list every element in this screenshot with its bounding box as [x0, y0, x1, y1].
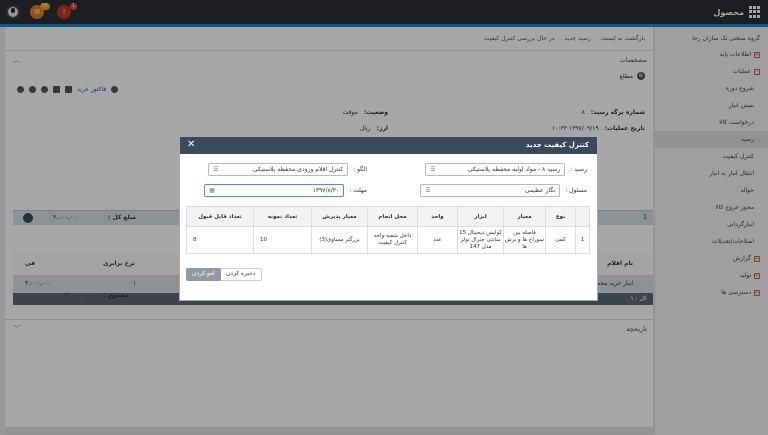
col-criterion: معیار [503, 206, 546, 227]
col-sample-count: تعداد نمونه [253, 206, 312, 227]
cell-index: 1 [575, 226, 590, 254]
cell-sample-count[interactable]: 10 [253, 226, 312, 254]
responsible-value: نگار عظیمی [524, 187, 556, 194]
cell-unit: عدد [417, 226, 458, 254]
list-icon: ☰ [425, 187, 431, 194]
col-tool: ابزار [457, 206, 504, 227]
cell-location: داخل شعبه-واحد کنترل کیفیت [367, 226, 418, 254]
cell-accepted-count[interactable]: 8 [186, 226, 254, 254]
deadline-row: مهلت : ۱۳۹۷/۸/۳۰ ▦ [204, 184, 367, 197]
receipt-select[interactable]: رسید ۸ - مواد اولیه محفظه پلاستیکی ☰ [425, 163, 566, 176]
save-button[interactable]: ذخیره کردن [220, 268, 262, 281]
calendar-icon[interactable]: ▦ [209, 185, 215, 196]
deadline-input[interactable]: ۱۳۹۷/۸/۳۰ ▦ [204, 184, 345, 197]
pattern-select[interactable]: کنترل اقلام ورودی محفظه پلاستیکی ☰ [208, 163, 349, 176]
pattern-label: الگو : [353, 166, 367, 173]
receipt-row: رسید : رسید ۸ - مواد اولیه محفظه پلاستیک… [425, 163, 587, 176]
responsible-row: مسئول : نگار عظیمی ☰ [420, 184, 587, 197]
cancel-button[interactable]: لغو کردن [186, 268, 221, 281]
cell-criterion: فاصله بین سوراخ ها و برش ها [503, 226, 546, 254]
receipt-label: رسید : [570, 166, 587, 173]
pattern-row: الگو : کنترل اقلام ورودی محفظه پلاستیکی … [208, 163, 367, 176]
dialog-header: کنترل کیفیت جدید ✕ [180, 137, 597, 154]
table-header-row: نوع معیار ابزار واحد محل انجام معیار پذی… [186, 206, 590, 227]
close-icon[interactable]: ✕ [187, 139, 195, 150]
cell-tool: کولیس دیجیتال 15 سانتی جنرال تولز مدل 14… [457, 226, 504, 254]
col-index [575, 206, 590, 227]
responsible-label: مسئول : [565, 187, 587, 194]
col-acceptance: معیار پذیرش [311, 206, 368, 227]
deadline-label: مهلت : [349, 187, 367, 194]
qc-criteria-table: نوع معیار ابزار واحد محل انجام معیار پذی… [186, 206, 590, 254]
col-location: محل انجام [367, 206, 418, 227]
cell-acceptance: بزرگتر مساوی(3) [311, 226, 368, 254]
receipt-value: رسید ۸ - مواد اولیه محفظه پلاستیکی [467, 166, 561, 173]
new-qc-dialog: کنترل کیفیت جدید ✕ رسید : رسید ۸ - مواد … [179, 136, 598, 301]
responsible-select[interactable]: نگار عظیمی ☰ [420, 184, 561, 197]
cell-type: کمی [545, 226, 576, 254]
table-row[interactable]: 1 کمی فاصله بین سوراخ ها و برش ها کولیس … [186, 226, 590, 254]
dialog-title: کنترل کیفیت جدید [525, 141, 589, 149]
col-accepted-count: تعداد قابل قبول [186, 206, 254, 227]
list-icon: ☰ [430, 166, 436, 173]
list-icon: ☰ [213, 166, 219, 173]
col-type: نوع [545, 206, 576, 227]
pattern-value: کنترل اقلام ورودی محفظه پلاستیکی [253, 166, 344, 173]
col-unit: واحد [417, 206, 458, 227]
deadline-value: ۱۳۹۷/۸/۳۰ [312, 187, 340, 194]
